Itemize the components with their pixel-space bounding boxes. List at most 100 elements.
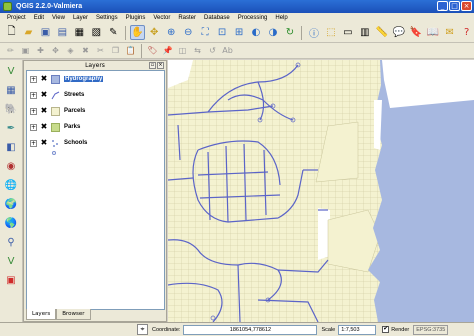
zoom-last-icon[interactable]: ◐ — [249, 25, 264, 40]
menu-vector[interactable]: Vector — [149, 15, 174, 21]
paste-icon[interactable]: 📋 — [124, 44, 137, 57]
add-wfs-icon[interactable]: 🌎 — [3, 216, 19, 231]
minimize-button[interactable]: _ — [437, 1, 448, 11]
expand-toggle[interactable]: + — [30, 123, 37, 131]
identify-icon[interactable]: ⓘ — [306, 25, 321, 40]
refresh-icon[interactable]: ↻ — [283, 25, 298, 40]
layer-row-parks[interactable]: + ✖ Parks — [27, 121, 80, 133]
copy-icon[interactable]: ❐ — [109, 44, 122, 57]
maximize-button[interactable]: □ — [449, 1, 460, 11]
show-hide-label-icon[interactable]: ◫ — [176, 44, 189, 57]
main-toolbar: 🗋 ▰ ▣ ▤ ▦ ▧ ✎ ✋ ✥ ⊕ ⊖ ⛶ ⊡ ⊞ ◐ ◑ ↻ ⓘ ⬚ ▭ … — [0, 23, 474, 43]
add-vector-layer-icon[interactable]: V — [3, 64, 19, 79]
node-tool-icon[interactable]: ◈ — [64, 44, 77, 57]
zoom-out-icon[interactable]: ⊖ — [181, 25, 196, 40]
menu-database[interactable]: Database — [200, 15, 234, 21]
coordinate-field[interactable]: 1861054,778612 — [183, 324, 318, 335]
new-bookmark-icon[interactable]: 🔖 — [408, 25, 423, 40]
layer-visibility-checkbox[interactable]: ✖ — [40, 107, 48, 115]
layer-row-parcels[interactable]: + ✖ Parcels — [27, 105, 85, 117]
composer-manager-icon[interactable]: ▧ — [89, 25, 104, 40]
remove-layer-icon[interactable]: ▣ — [3, 273, 19, 288]
delete-selected-icon[interactable]: ✖ — [79, 44, 92, 57]
pan-icon[interactable]: ✋ — [129, 25, 145, 40]
open-project-icon[interactable]: ▰ — [21, 25, 36, 40]
measure-icon[interactable]: 📏 — [374, 25, 389, 40]
coordinate-label: Coordinate: — [152, 326, 181, 333]
menu-settings[interactable]: Settings — [92, 15, 122, 21]
toggle-extents-icon[interactable]: ⌖ — [137, 324, 148, 335]
layer-name: Parcels — [64, 108, 86, 114]
add-raster-layer-icon[interactable]: ▦ — [3, 83, 19, 98]
polygon-layer-icon — [51, 122, 60, 132]
expand-toggle[interactable]: + — [30, 91, 37, 99]
menu-project[interactable]: Project — [3, 15, 30, 21]
show-bookmarks-icon[interactable]: 📖 — [425, 25, 440, 40]
menu-processing[interactable]: Processing — [234, 15, 272, 21]
menu-help[interactable]: Help — [271, 15, 291, 21]
deselect-icon[interactable]: ▭ — [340, 25, 355, 40]
move-feature-icon[interactable]: ✥ — [49, 44, 62, 57]
zoom-next-icon[interactable]: ◑ — [266, 25, 281, 40]
crs-status-button[interactable]: EPSG:3735 — [413, 324, 449, 335]
add-wcs-icon[interactable]: 🌍 — [3, 197, 19, 212]
menu-edit[interactable]: Edit — [30, 15, 48, 21]
expand-toggle[interactable]: + — [30, 75, 37, 83]
save-as-icon[interactable]: ▤ — [55, 25, 70, 40]
label-icon[interactable]: 🏷 — [146, 44, 159, 57]
tab-layers[interactable]: Layers — [26, 309, 57, 320]
style-manager-icon[interactable]: ✎ — [106, 25, 121, 40]
zoom-full-icon[interactable]: ⛶ — [198, 25, 213, 40]
pin-label-icon[interactable]: 📌 — [161, 44, 174, 57]
layer-row-hydrography[interactable]: + ✖ Hydrography — [27, 73, 104, 85]
add-spatialite-icon[interactable]: ✒ — [3, 121, 19, 136]
tab-browser[interactable]: Browser — [56, 309, 91, 320]
add-wms-icon[interactable]: 🌐 — [3, 178, 19, 193]
text-annotation-icon[interactable]: ✉ — [442, 25, 457, 40]
expand-toggle[interactable]: + — [30, 139, 37, 147]
map-canvas[interactable] — [168, 60, 474, 322]
help-icon[interactable]: ? — [459, 25, 474, 40]
layer-row-streets[interactable]: + ✖ Streets — [27, 89, 84, 101]
window-title: QGIS 2.2.0-Valmiera — [16, 3, 83, 10]
layer-visibility-checkbox[interactable]: ✖ — [40, 139, 48, 147]
layer-visibility-checkbox[interactable]: ✖ — [40, 91, 48, 99]
zoom-selection-icon[interactable]: ⊡ — [215, 25, 230, 40]
save-project-icon[interactable]: ▣ — [38, 25, 53, 40]
menu-layer[interactable]: Layer — [69, 15, 92, 21]
open-table-icon[interactable]: ▥ — [357, 25, 372, 40]
layer-row-schools[interactable]: + ✖ Schools — [27, 137, 87, 149]
menu-raster[interactable]: Raster — [174, 15, 200, 21]
new-shapefile-icon[interactable]: V — [3, 254, 19, 269]
move-label-icon[interactable]: ⇆ — [191, 44, 204, 57]
menu-plugins[interactable]: Plugins — [122, 15, 150, 21]
menu-view[interactable]: View — [48, 15, 69, 21]
zoom-layer-icon[interactable]: ⊞ — [232, 25, 247, 40]
pan-to-selection-icon[interactable]: ✥ — [147, 25, 162, 40]
add-mssql-icon[interactable]: ◧ — [3, 140, 19, 155]
add-feature-icon[interactable]: ✚ — [34, 44, 47, 57]
print-composer-icon[interactable]: ▦ — [72, 25, 87, 40]
float-panel-button[interactable]: ▫ — [149, 62, 156, 69]
render-checkbox[interactable]: ✔ — [382, 326, 390, 333]
select-icon[interactable]: ⬚ — [323, 25, 338, 40]
expand-toggle[interactable]: + — [30, 107, 37, 115]
add-postgis-icon[interactable]: 🐘 — [3, 102, 19, 117]
close-button[interactable]: × — [461, 1, 472, 11]
map-tips-icon[interactable]: 💬 — [391, 25, 406, 40]
close-panel-button[interactable]: × — [157, 62, 164, 69]
toggle-editing-icon[interactable]: ✏ — [4, 44, 17, 57]
rotate-label-icon[interactable]: ↺ — [206, 44, 219, 57]
new-project-icon[interactable]: 🗋 — [4, 25, 19, 40]
layer-visibility-checkbox[interactable]: ✖ — [40, 75, 48, 83]
change-label-icon[interactable]: Ab — [221, 44, 234, 57]
add-oracle-icon[interactable]: ◉ — [3, 159, 19, 174]
save-edits-icon[interactable]: ▣ — [19, 44, 32, 57]
scale-combo[interactable]: 1:7,503 — [338, 324, 377, 335]
layer-visibility-checkbox[interactable]: ✖ — [40, 123, 48, 131]
cut-icon[interactable]: ✂ — [94, 44, 107, 57]
add-delimited-text-icon[interactable]: ⚲ — [3, 235, 19, 250]
qgis-logo-icon — [3, 2, 12, 11]
zoom-in-icon[interactable]: ⊕ — [164, 25, 179, 40]
line-layer-icon — [51, 91, 60, 99]
